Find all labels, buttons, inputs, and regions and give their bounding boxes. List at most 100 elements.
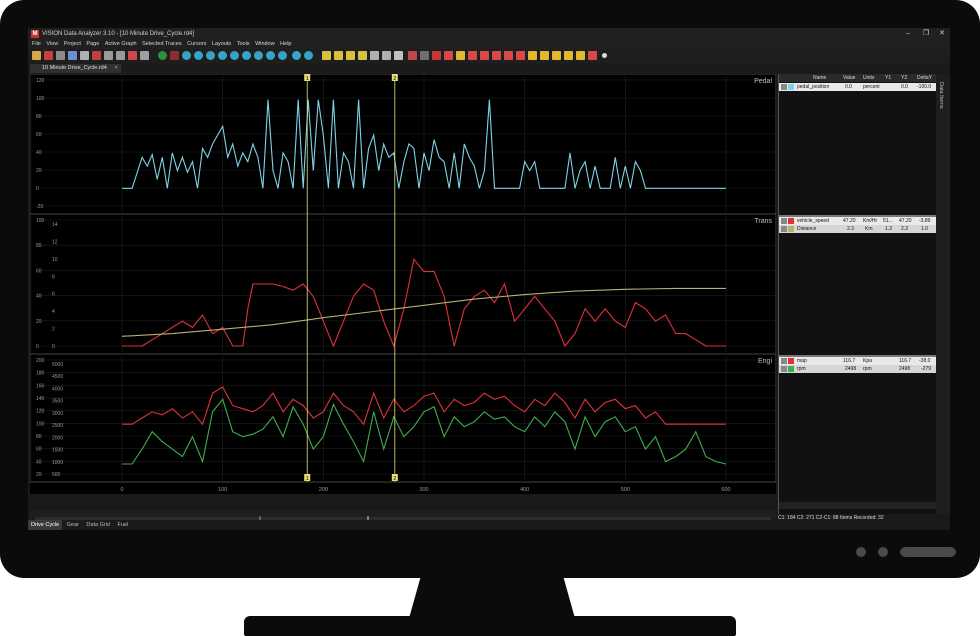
window-icon[interactable] xyxy=(420,51,429,60)
signal-icon[interactable] xyxy=(516,51,525,60)
menu-active-graph[interactable]: Active Graph xyxy=(105,40,137,49)
menu-page[interactable]: Page xyxy=(86,40,99,49)
table-row[interactable]: rpm 2498 rpm 2498 -279 xyxy=(779,365,937,373)
menu-file[interactable]: File xyxy=(32,40,41,49)
trace-name: Distance xyxy=(797,226,817,232)
close-button[interactable]: ✕ xyxy=(934,28,950,40)
menu-view[interactable]: View xyxy=(46,40,58,49)
expand-icon[interactable] xyxy=(781,366,787,372)
expand-icon[interactable] xyxy=(781,84,787,90)
y-tick-label: 500 xyxy=(52,472,61,478)
graph-area[interactable]: 120 100 80 60 40 20 0 -20 Pedal 100 80 60 40 20 0 14 12 1… xyxy=(29,73,777,494)
add-icon[interactable] xyxy=(158,51,167,60)
cursor-status: C1: 184 C2: 271 C2-C1: 88 Items Recorded… xyxy=(778,515,884,521)
close-icon[interactable]: × xyxy=(115,64,118,73)
report-icon[interactable] xyxy=(588,51,597,60)
table-icon[interactable] xyxy=(370,51,379,60)
marker-d-icon[interactable] xyxy=(564,51,573,60)
data-items-side-tab[interactable]: Data Items xyxy=(936,74,950,518)
cursor-left-icon[interactable] xyxy=(322,51,331,60)
col-deltay[interactable]: DeltaY xyxy=(917,74,932,82)
cursor-right-icon[interactable] xyxy=(334,51,343,60)
remove-trace-icon[interactable] xyxy=(128,51,137,60)
menu-window[interactable]: Window xyxy=(255,40,275,49)
expand-icon[interactable] xyxy=(781,226,787,232)
sine-icon[interactable] xyxy=(492,51,501,60)
line-icon[interactable] xyxy=(444,51,453,60)
tab-drive-cycle[interactable]: Drive Cycle xyxy=(28,520,63,530)
stats-icon[interactable] xyxy=(358,51,367,60)
save-icon[interactable] xyxy=(56,51,65,60)
note-icon[interactable] xyxy=(576,51,585,60)
panel-scrollbar[interactable] xyxy=(779,502,937,509)
marker-a-icon[interactable] xyxy=(528,51,537,60)
menu-cursors[interactable]: Cursors xyxy=(187,40,206,49)
y-tick-label: 14 xyxy=(52,222,58,228)
zoom-out-icon[interactable] xyxy=(194,51,203,60)
menu-help[interactable]: Help xyxy=(280,40,291,49)
trace-color-swatch xyxy=(788,358,794,364)
trace-color-swatch xyxy=(788,218,794,224)
zoom-in-icon[interactable] xyxy=(182,51,191,60)
graph-panel xyxy=(29,73,777,215)
fit-icon[interactable] xyxy=(254,51,263,60)
col-name[interactable]: Name xyxy=(813,74,826,82)
y-tick-label: 80 xyxy=(36,114,42,120)
menu-layouts[interactable]: Layouts xyxy=(212,40,231,49)
menu-tools[interactable]: Tools xyxy=(237,40,250,49)
forward-icon[interactable] xyxy=(304,51,313,60)
wave-icon[interactable] xyxy=(480,51,489,60)
y-tick-label: 10 xyxy=(52,257,58,263)
edit-icon[interactable] xyxy=(394,51,403,60)
chart-svg[interactable]: 120100806040200-20Pedal10080604020014121… xyxy=(29,73,777,494)
grid-icon[interactable] xyxy=(382,51,391,60)
delete-page-icon[interactable] xyxy=(92,51,101,60)
menu-project[interactable]: Project xyxy=(64,40,81,49)
flag-icon[interactable] xyxy=(408,51,417,60)
remove-icon[interactable] xyxy=(170,51,179,60)
document-tab[interactable]: 10 Minute Drive_Cycle.rd4 × xyxy=(30,64,121,73)
table-row[interactable]: map 116.7 Kpa 116.7 -38.0 xyxy=(779,357,937,365)
expand-icon[interactable] xyxy=(781,218,787,224)
tab-fuel[interactable]: Fuel xyxy=(115,520,132,530)
page-icon[interactable] xyxy=(80,51,89,60)
trace-icon[interactable] xyxy=(116,51,125,60)
menu-selected-traces[interactable]: Selected Traces xyxy=(142,40,181,49)
horizontal-scrollbar[interactable] xyxy=(30,510,776,522)
col-y1[interactable]: Y1 xyxy=(885,74,891,82)
marker-icon[interactable] xyxy=(432,51,441,60)
graph-icon[interactable] xyxy=(104,51,113,60)
table-row[interactable]: vehicle_speed 47.20 Km/Hr 51... 47.20 -3… xyxy=(779,217,937,225)
tab-data-grid[interactable]: Data Grid xyxy=(83,520,113,530)
save-all-icon[interactable] xyxy=(68,51,77,60)
step-icon[interactable] xyxy=(468,51,477,60)
record-icon[interactable] xyxy=(44,51,53,60)
maximize-button[interactable]: ❐ xyxy=(918,28,934,40)
tab-gear[interactable]: Gear xyxy=(64,520,82,530)
trace-value: 0.0 xyxy=(845,84,852,90)
dot-icon[interactable] xyxy=(602,53,607,58)
zoom-left-icon[interactable] xyxy=(206,51,215,60)
zoom-right-icon[interactable] xyxy=(218,51,227,60)
bar-chart-icon[interactable] xyxy=(346,51,355,60)
table-row[interactable]: Distance 2.3 Km 1.3 2.3 1.0 xyxy=(779,225,937,233)
open-folder-icon[interactable] xyxy=(32,51,41,60)
highlight-icon[interactable] xyxy=(456,51,465,60)
expand-icon[interactable] xyxy=(781,358,787,364)
back-icon[interactable] xyxy=(292,51,301,60)
y-tick-label: 2000 xyxy=(52,435,63,441)
print-icon[interactable] xyxy=(140,51,149,60)
curve-icon[interactable] xyxy=(504,51,513,60)
marker-c-icon[interactable] xyxy=(552,51,561,60)
y-tick-label: 1000 xyxy=(52,460,63,466)
pan-right-icon[interactable] xyxy=(242,51,251,60)
table-row[interactable]: pedal_position 0.0 percent 0.0 -100.0 xyxy=(779,83,937,91)
col-units[interactable]: Units xyxy=(863,74,874,82)
help-icon[interactable] xyxy=(278,51,287,60)
undo-zoom-icon[interactable] xyxy=(266,51,275,60)
marker-b-icon[interactable] xyxy=(540,51,549,60)
col-y2[interactable]: Y2 xyxy=(901,74,907,82)
col-value[interactable]: Value xyxy=(843,74,855,82)
minimize-button[interactable]: – xyxy=(900,28,916,40)
pan-left-icon[interactable] xyxy=(230,51,239,60)
